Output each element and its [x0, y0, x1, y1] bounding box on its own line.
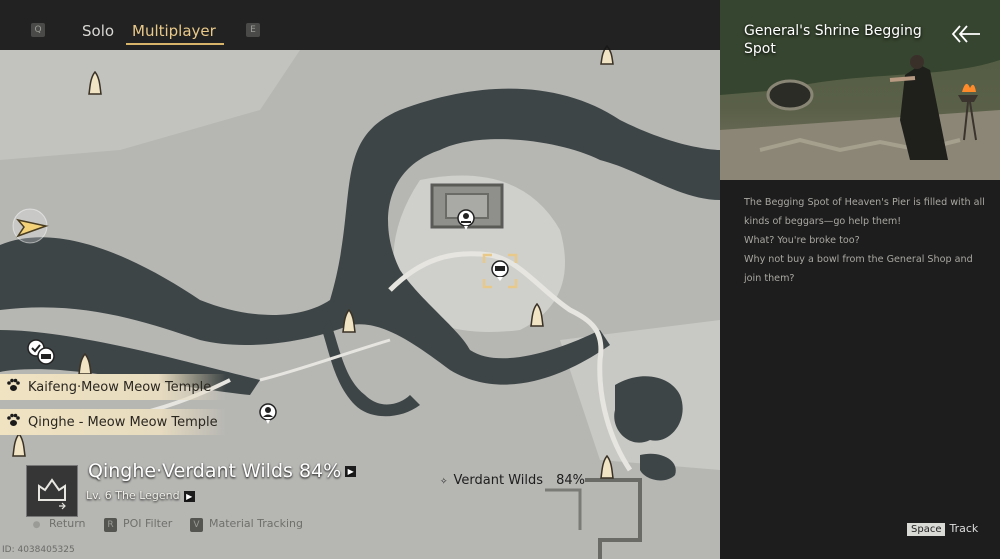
level-expand-icon[interactable]: ▶ — [183, 490, 195, 502]
area-marker-icon: ✧ — [440, 477, 448, 487]
location-description: The Begging Spot of Heaven's Pier is fil… — [744, 197, 985, 284]
area-label: ✧ Verdant Wilds 84% — [440, 473, 585, 488]
region-level: Lv. 6 The Legend ▶ — [86, 489, 195, 502]
region-title: Qinghe·Verdant Wilds 84% ▶ — [88, 460, 357, 482]
waypoint-statue-icon[interactable] — [86, 70, 104, 98]
tracked-marker-label: Qinghe - Meow Meow Temple — [28, 414, 218, 430]
top-bar: Q Solo Multiplayer E — [0, 0, 720, 50]
player-location-marker — [12, 208, 49, 244]
shrine-poi-icon[interactable] — [456, 208, 476, 232]
mouse-icon: ● — [32, 520, 41, 530]
waypoint-statue-icon[interactable] — [528, 302, 546, 328]
waypoint-statue-icon[interactable] — [340, 308, 358, 334]
waypoint-statue-icon[interactable] — [10, 432, 28, 458]
tab-multiplayer[interactable]: Multiplayer — [132, 22, 216, 40]
waypoint-statue-icon[interactable] — [598, 454, 616, 480]
region-emblem-icon[interactable] — [26, 465, 78, 517]
paw-icon — [6, 413, 22, 431]
prev-tab-key[interactable]: Q — [31, 23, 45, 37]
next-tab-key[interactable]: E — [246, 23, 260, 37]
track-button[interactable]: Space Track — [907, 522, 978, 536]
waypoint-statue-icon[interactable] — [76, 352, 94, 376]
world-map[interactable]: Kaifeng·Meow Meow Temple Qinghe - Meow M… — [0, 0, 720, 559]
tab-solo[interactable]: Solo — [82, 22, 114, 40]
hint-material-tracking[interactable]: V Material Tracking — [190, 517, 303, 532]
info-panel: General's Shrine Begging Spot The Beggin… — [720, 0, 1000, 559]
npc-poi-icon[interactable] — [258, 402, 278, 426]
paw-icon — [6, 378, 22, 396]
region-expand-icon[interactable]: ▶ — [345, 466, 357, 477]
begging-poi-icon[interactable] — [36, 346, 56, 368]
tracked-marker-label: Kaifeng·Meow Meow Temple — [28, 379, 212, 395]
active-tab-underline — [126, 43, 224, 45]
location-title: General's Shrine Begging Spot — [744, 23, 922, 57]
hint-return[interactable]: ● Return — [30, 517, 86, 532]
tracked-marker-kaifeng[interactable]: Kaifeng·Meow Meow Temple — [0, 374, 226, 400]
selected-begging-spot-marker[interactable] — [482, 253, 518, 289]
tracked-marker-qinghe[interactable]: Qinghe - Meow Meow Temple — [0, 409, 226, 435]
hint-poi-filter[interactable]: R POI Filter — [104, 517, 172, 532]
back-arrow-icon — [951, 25, 980, 43]
player-uid: ID: 4038405325 — [2, 545, 75, 555]
close-panel-button[interactable] — [950, 22, 982, 46]
